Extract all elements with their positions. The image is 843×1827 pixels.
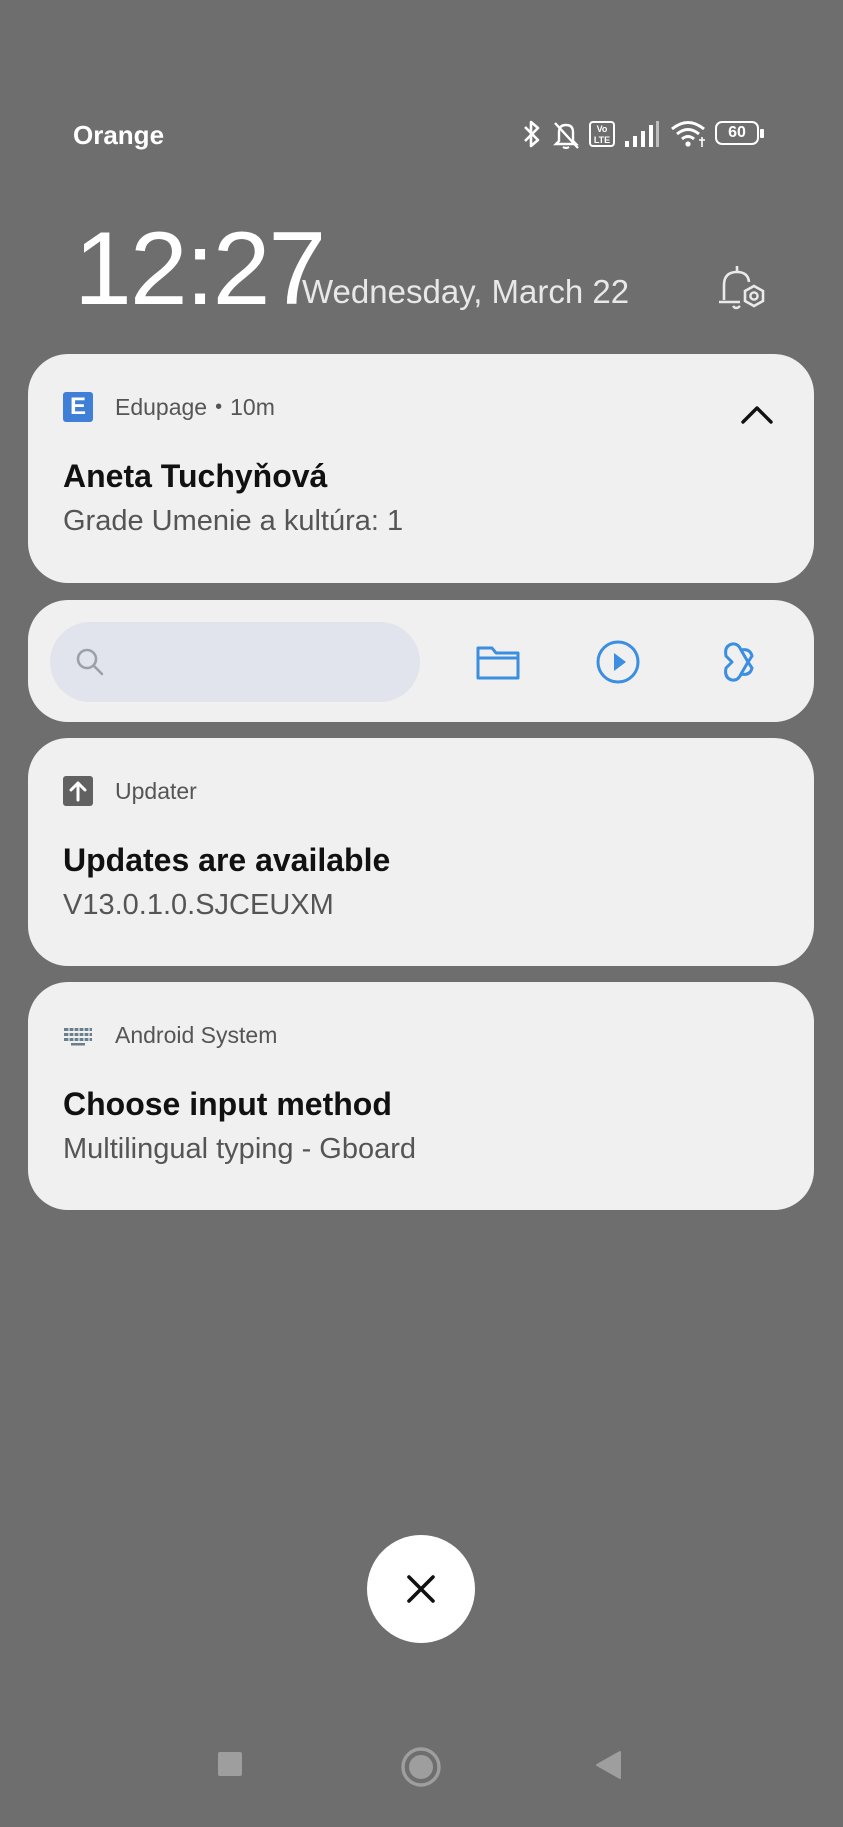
status-icons: Vo LTE 60 [521,114,765,154]
notification-header: Updater [63,776,197,806]
search-bar[interactable] [50,622,420,702]
wifi-icon [671,121,705,147]
bluetooth-icon [524,120,540,148]
cellular-signal-icon [625,121,659,147]
recents-button[interactable] [216,1750,244,1778]
app-name: Edupage [115,393,208,420]
keyboard-icon [64,1028,92,1046]
close-icon [407,1575,435,1603]
notification-title: Updates are available [63,842,391,878]
separator-dot: • [215,395,223,418]
app-name: Updater [115,777,197,804]
edupage-icon: E [63,392,93,422]
upload-arrow-icon [63,776,93,806]
volte-icon: Vo LTE [589,121,615,147]
chevron-up-icon[interactable] [738,396,776,434]
clock-date: Wednesday, March 22 [302,273,630,310]
notification-updater[interactable]: Updater Updates are available V13.0.1.0.… [28,738,814,966]
mute-bell-icon [553,122,579,150]
notification-text: V13.0.1.0.SJCEUXM [63,889,334,921]
search-icon [76,648,104,676]
notification-age: 10m [230,393,275,420]
notification-title: Choose input method [63,1086,392,1122]
quick-tools-bar [28,600,814,722]
app-name: Android System [115,1021,278,1048]
status-bar: Orange Vo LTE 60 [0,100,843,170]
notification-text: Grade Umenie a kultúra: 1 [63,505,404,537]
folder-icon[interactable] [468,632,528,692]
app-vault-icon[interactable] [708,632,768,692]
back-button[interactable] [594,1750,624,1780]
notification-header: Android System [63,1020,277,1050]
carrier-name: Orange [73,120,165,150]
notification-title: Aneta Tuchyňová [63,458,328,494]
notification-text: Multilingual typing - Gboard [63,1133,417,1165]
notification-header: E Edupage • 10m [63,392,275,422]
notification-settings-icon[interactable] [710,258,770,318]
clock-time: 12:27 [74,211,326,327]
play-icon[interactable] [588,632,648,692]
battery-icon: 60 [715,121,765,147]
notification-edupage[interactable]: E Edupage • 10m Aneta Tuchyňová Grade Um… [28,354,814,583]
home-button[interactable] [400,1746,442,1788]
notification-android-system[interactable]: Android System Choose input method Multi… [28,982,814,1210]
clear-all-button[interactable] [367,1535,475,1643]
battery-level: 60 [728,124,746,141]
